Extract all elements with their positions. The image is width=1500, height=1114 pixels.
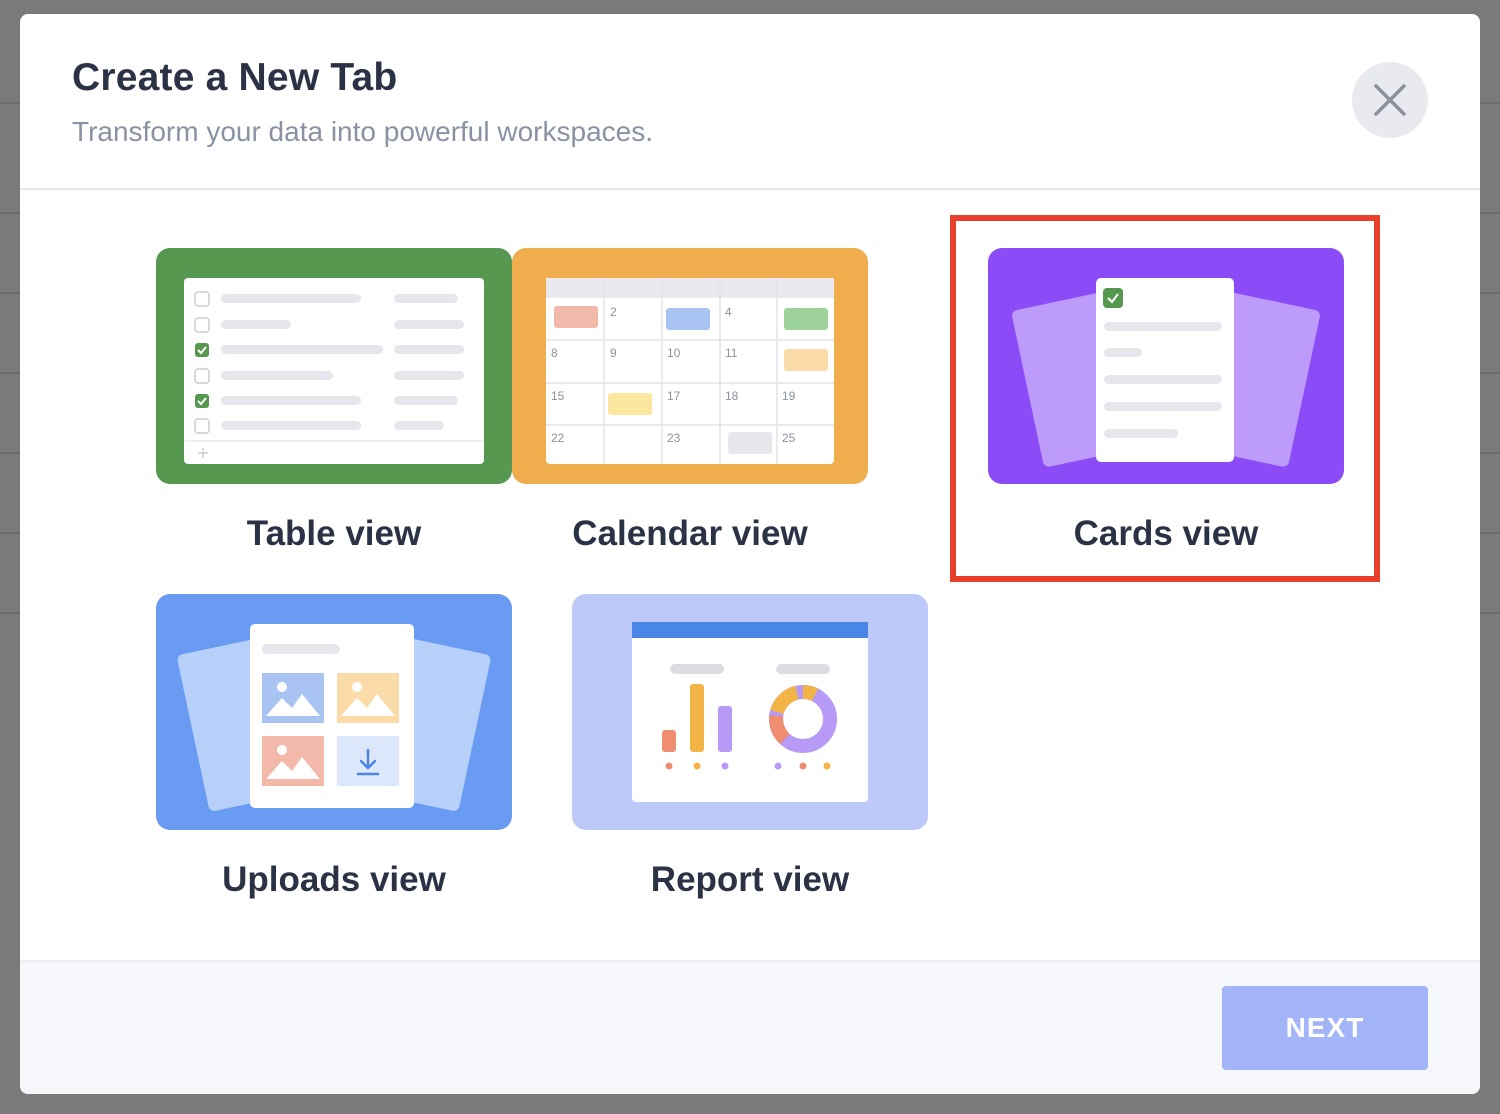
- create-tab-modal: Create a New Tab Transform your data int…: [20, 14, 1480, 1094]
- option-label: Uploads view: [222, 860, 446, 899]
- calendar-day: 15: [551, 389, 565, 403]
- calendar-day: 11: [725, 346, 738, 360]
- calendar-day: 17: [667, 389, 681, 403]
- calendar-day: 10: [667, 346, 681, 360]
- option-table-view[interactable]: Table view: [156, 248, 512, 558]
- calendar-day: 4: [725, 305, 732, 319]
- calendar-day: 9: [610, 346, 617, 360]
- cards-view-illustration: [988, 248, 1344, 484]
- close-icon: [1374, 84, 1406, 116]
- option-uploads-view[interactable]: Uploads view: [156, 594, 512, 904]
- modal-subtitle: Transform your data into powerful worksp…: [72, 116, 653, 147]
- calendar-day: 18: [725, 389, 739, 403]
- modal-title: Create a New Tab: [72, 56, 398, 99]
- calendar-day: 23: [667, 431, 681, 445]
- close-button[interactable]: [1352, 62, 1428, 138]
- option-report-view[interactable]: Report view: [572, 594, 928, 904]
- modal-header: Create a New Tab Transform your data int…: [20, 14, 1480, 190]
- calendar-day: 8: [551, 346, 558, 360]
- table-view-illustration: [156, 248, 512, 484]
- calendar-day: 22: [551, 431, 565, 445]
- option-label: Calendar view: [572, 514, 808, 553]
- report-view-illustration: [572, 594, 928, 830]
- calendar-day: 19: [782, 389, 796, 403]
- next-button[interactable]: NEXT: [1222, 986, 1428, 1070]
- uploads-view-illustration: [156, 594, 512, 830]
- option-label: Report view: [650, 860, 850, 899]
- option-calendar-view[interactable]: 2 4 8 9 10 11 15 17 18 19 22 23 25 Calen…: [512, 248, 868, 558]
- calendar-view-illustration: 2 4 8 9 10 11 15 17 18 19 22 23 25: [512, 248, 868, 484]
- option-cards-view[interactable]: Cards view: [988, 248, 1344, 558]
- option-label: Table view: [246, 514, 422, 553]
- option-label: Cards view: [1073, 514, 1259, 553]
- calendar-day: 25: [782, 431, 796, 445]
- calendar-day: 2: [610, 305, 617, 319]
